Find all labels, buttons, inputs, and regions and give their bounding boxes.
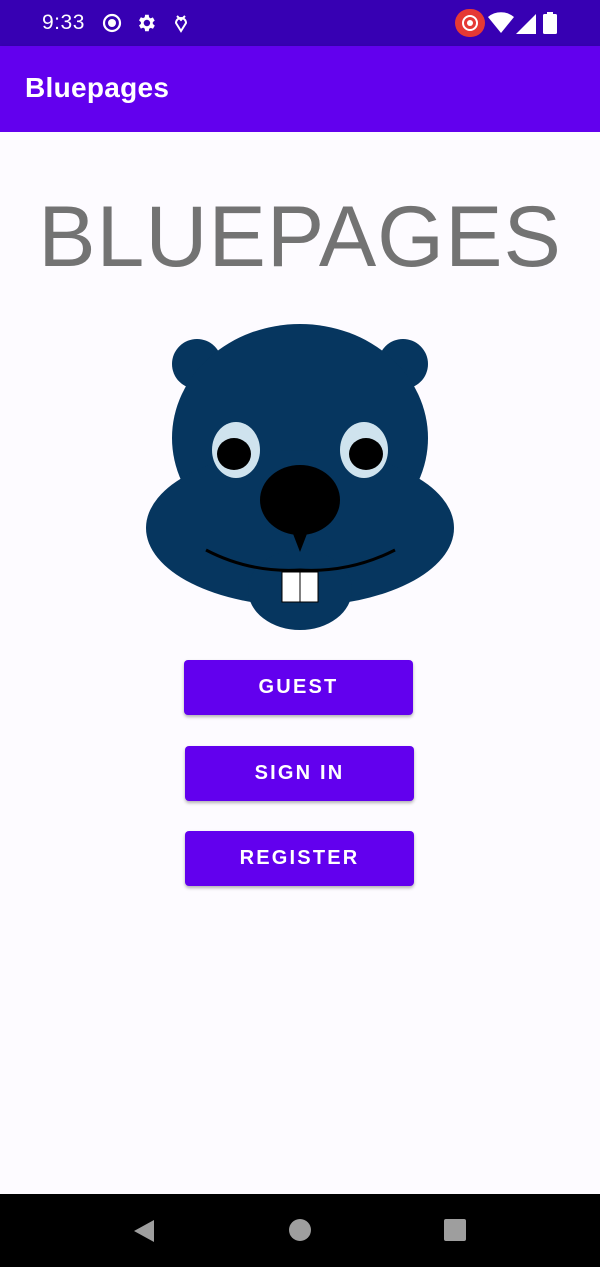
status-bar: 9:33 xyxy=(0,0,600,46)
status-time: 9:33 xyxy=(42,11,85,34)
register-button[interactable]: REGISTER xyxy=(185,831,414,886)
download-shield-icon xyxy=(174,15,188,33)
sign-in-button[interactable]: SIGN IN xyxy=(185,746,414,801)
wifi-icon xyxy=(488,12,514,33)
home-icon[interactable] xyxy=(288,1218,312,1242)
brand-heading: BLUEPAGES xyxy=(38,189,562,285)
record-icon xyxy=(102,13,122,33)
app-title: Bluepages xyxy=(25,72,170,103)
battery-icon xyxy=(543,12,557,34)
screen-record-icon xyxy=(455,9,485,37)
cell-signal-icon xyxy=(516,14,536,34)
settings-gear-icon xyxy=(139,14,155,32)
guest-button[interactable]: GUEST xyxy=(184,660,413,715)
app-bar: Bluepages xyxy=(0,46,600,132)
recents-icon[interactable] xyxy=(443,1218,467,1242)
system-nav-bar xyxy=(0,1194,600,1267)
main-content: BLUEPAGES GUEST SIGN IN REGISTER xyxy=(0,132,600,1194)
beaver-mascot-image xyxy=(146,324,454,630)
back-icon[interactable] xyxy=(132,1218,156,1244)
